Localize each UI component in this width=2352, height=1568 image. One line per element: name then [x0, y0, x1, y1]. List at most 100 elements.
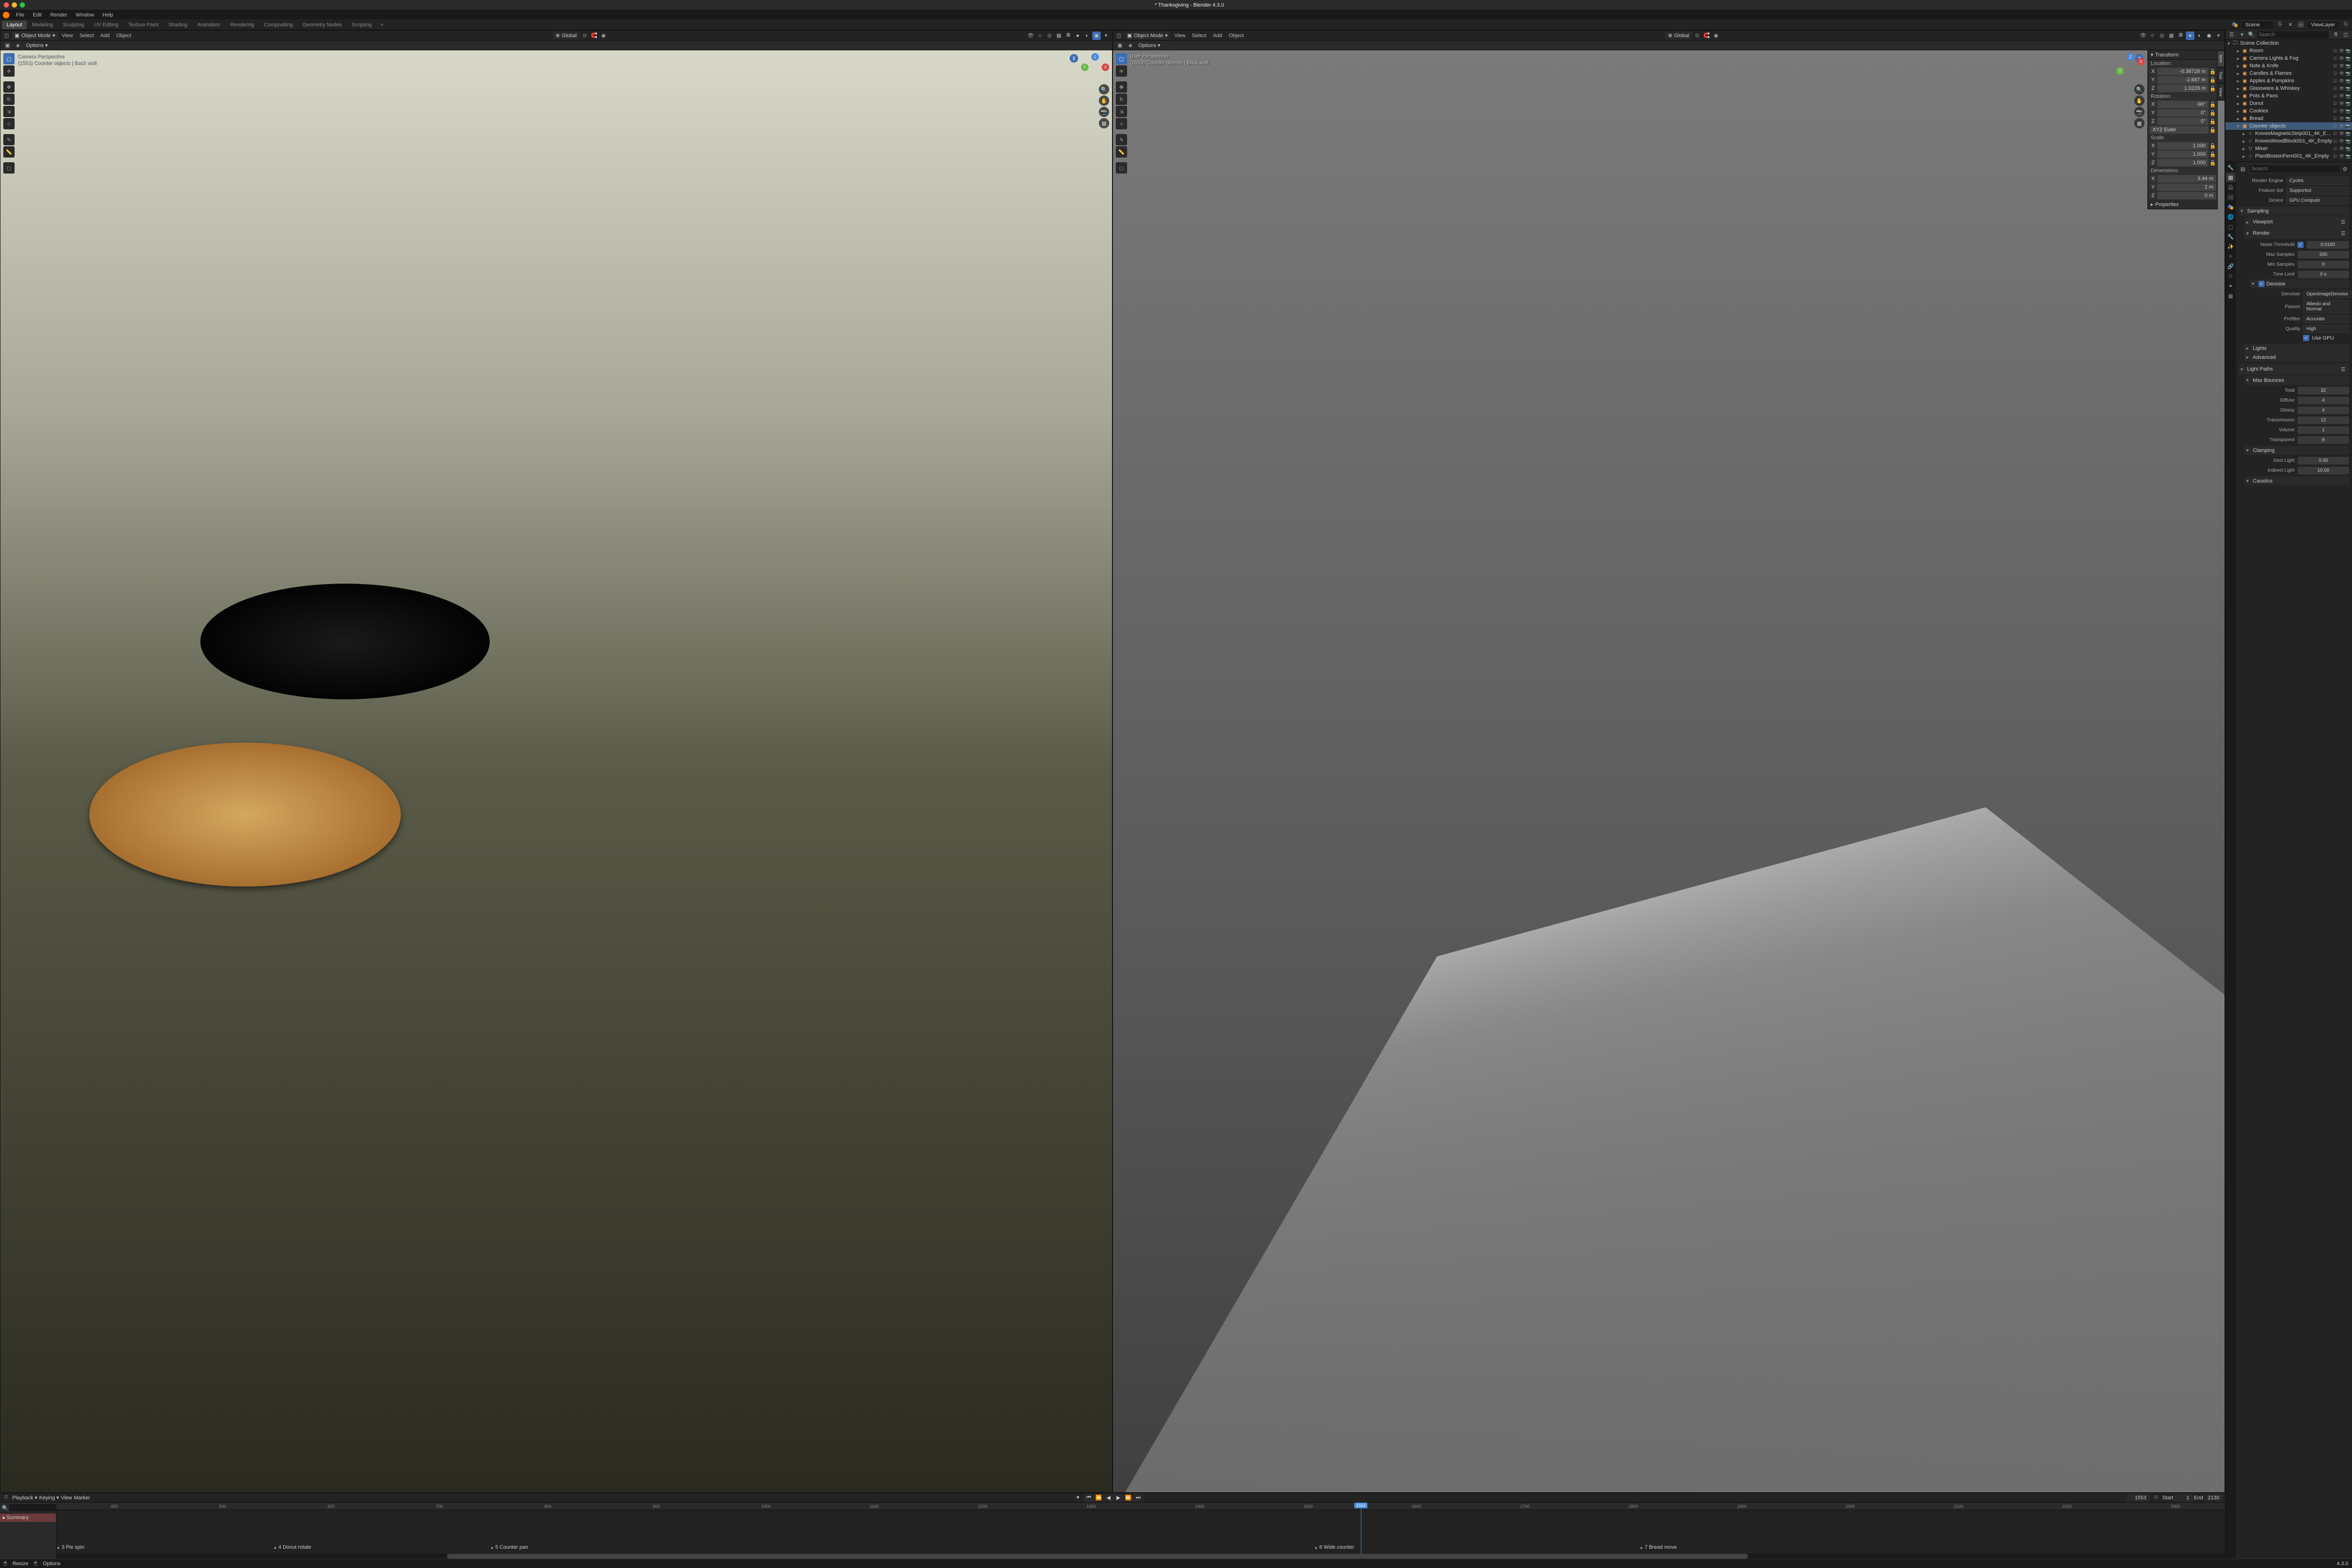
prop-tab-data[interactable]: ▽ [2226, 271, 2235, 281]
tool-move[interactable]: ✥ [1116, 81, 1127, 93]
disclosure-icon[interactable]: ▸ [2241, 146, 2246, 152]
disclosure-icon[interactable]: ▸ [2236, 63, 2241, 69]
viewport-left-canvas[interactable]: Camera Perspective (1553) Counter object… [0, 50, 1112, 1492]
gizmo-toggle[interactable]: ⊹ [1036, 32, 1044, 40]
panel-menu-icon[interactable]: ☰ [2339, 218, 2347, 226]
hide-render-toggle[interactable]: 📷 [2345, 108, 2351, 114]
lock-icon[interactable]: 🔓 [2209, 102, 2216, 108]
lock-icon[interactable]: 🔓 [2209, 69, 2216, 75]
vp-menu-select[interactable]: Select [77, 32, 97, 40]
workspace-tab-geonodes[interactable]: Geometry Nodes [298, 21, 346, 29]
time-limit-field[interactable]: 0 s [2297, 270, 2349, 278]
timeline-summary-row[interactable]: ▸ Summary [0, 1513, 56, 1522]
timeline-scroll-thumb[interactable] [447, 1554, 1748, 1559]
workspace-tab-texpaint[interactable]: Texture Paint [124, 21, 163, 29]
shading-rendered[interactable]: ◉ [2205, 32, 2213, 40]
viewlayer-icon[interactable]: 🖼 [2296, 21, 2305, 29]
lock-icon[interactable]: 🔓 [2209, 119, 2216, 125]
tool-rotate[interactable]: ↻ [3, 94, 15, 105]
select-mode-icon[interactable]: ◈ [1126, 41, 1135, 50]
tool-measure[interactable]: 📏 [1116, 146, 1127, 158]
tool-add-primitive[interactable]: ◻ [3, 162, 15, 174]
hide-render-toggle[interactable]: 📷 [2345, 116, 2351, 121]
prop-tab-viewlayer[interactable]: 🖼 [2226, 192, 2235, 202]
snap-toggle[interactable]: 🧲 [590, 32, 598, 40]
timeline-ruler[interactable]: 4005006007008009001000110012001300140015… [56, 1503, 2225, 1510]
timeline-tracks[interactable]: 4005006007008009001000110012001300140015… [56, 1503, 2225, 1559]
outliner-item[interactable]: ▸⊹KnivesMagneticStrip001_4K_Empty☑👁📷 [2225, 130, 2352, 137]
tool-settings-icon[interactable]: ▣ [3, 41, 12, 50]
timeline-marker[interactable]: 7 Bread move [1639, 1544, 1677, 1550]
perspective-toggle[interactable]: ▦ [2134, 118, 2145, 128]
timeline-marker[interactable]: 4 Donut rotate [273, 1544, 311, 1550]
tool-transform[interactable]: ⊹ [1116, 118, 1127, 129]
camera-view-button[interactable]: 📷 [2134, 107, 2145, 117]
prop-tab-scene[interactable]: 🎭 [2226, 202, 2235, 212]
dim-y-field[interactable]: 2 m [2157, 183, 2216, 191]
outliner-item[interactable]: ▸▽Small knife☑👁📷 [2225, 160, 2352, 161]
hide-viewport-toggle[interactable]: 👁 [2339, 146, 2344, 151]
hide-render-toggle[interactable]: 📷 [2345, 48, 2351, 54]
shading-options[interactable]: ▾ [1102, 32, 1110, 40]
lock-icon[interactable]: 🔓 [2209, 151, 2216, 158]
close-window-button[interactable] [4, 2, 9, 8]
outliner-item[interactable]: ▸▣Room☑👁📷 [2225, 47, 2352, 55]
tool-add-primitive[interactable]: ◻ [1116, 162, 1127, 174]
mode-selector[interactable]: ▣ Object Mode ▾ [12, 32, 58, 40]
shading-rendered[interactable]: ◉ [1092, 32, 1101, 40]
rotation-y-field[interactable]: 0° [2157, 109, 2209, 117]
scene-selector[interactable]: Scene [2241, 21, 2274, 29]
menu-help[interactable]: Help [99, 11, 117, 19]
lock-icon[interactable]: 🔓 [2209, 110, 2216, 116]
options-menu[interactable]: Options ▾ [1138, 42, 1160, 48]
tool-scale[interactable]: ⇲ [1116, 106, 1127, 117]
prefilter-selector[interactable]: Accurate [2303, 315, 2349, 323]
exclude-toggle[interactable]: ☑ [2332, 116, 2338, 121]
workspace-tab-layout[interactable]: Layout [2, 21, 27, 29]
minimize-window-button[interactable] [12, 2, 17, 8]
hide-viewport-toggle[interactable]: 👁 [2339, 93, 2344, 99]
disclosure-icon[interactable]: ▸ [2236, 48, 2241, 54]
exclude-toggle[interactable]: ☑ [2332, 146, 2338, 151]
prop-tab-object[interactable]: ▢ [2226, 222, 2235, 231]
shading-solid[interactable]: ● [1073, 32, 1082, 40]
orientation-selector[interactable]: ⊕ Global [553, 32, 580, 40]
outliner-item[interactable]: ▸▣Pots & Pans☑👁📷 [2225, 92, 2352, 100]
editor-type-icon[interactable]: ⏱ [2, 1494, 10, 1502]
prop-tab-material[interactable]: ● [2226, 281, 2235, 291]
prop-tab-particles[interactable]: ✨ [2226, 242, 2235, 251]
timeline-marker[interactable]: 6 Wide counter [1314, 1544, 1354, 1550]
hide-viewport-toggle[interactable]: 👁 [2339, 138, 2344, 144]
options-icon[interactable]: ⚙ [2341, 165, 2349, 173]
menu-render[interactable]: Render [47, 11, 71, 19]
lock-icon[interactable]: 🔓 [2209, 86, 2216, 92]
pan-button[interactable]: ✋ [2134, 95, 2145, 106]
vp-menu-add[interactable]: Add [1210, 32, 1225, 40]
volume-bounces-field[interactable]: 1 [2297, 426, 2349, 434]
navigation-gizmo[interactable]: X Y Z [1081, 53, 1109, 81]
hide-render-toggle[interactable]: 📷 [2345, 63, 2351, 69]
workspace-tab-rendering[interactable]: Rendering [225, 21, 259, 29]
exclude-toggle[interactable]: ☑ [2332, 86, 2338, 91]
new-collection-button[interactable]: ◫ [2342, 31, 2350, 39]
exclude-toggle[interactable]: ☑ [2332, 138, 2338, 144]
exclude-toggle[interactable]: ☑ [2332, 48, 2338, 54]
scene-new-button[interactable]: ⎘ [2276, 21, 2284, 29]
snap-toggle[interactable]: 🧲 [1702, 32, 1711, 40]
outliner-item[interactable]: ▸▣Camera Lights & Fog☑👁📷 [2225, 55, 2352, 62]
outliner-item[interactable]: ▸⊹KnivesWoodBlock001_4K_Empty☑👁📷 [2225, 137, 2352, 145]
outliner-item[interactable]: ▸▣Apples & Pumpkins☑👁📷 [2225, 77, 2352, 85]
play-button[interactable]: ▶ [1114, 1494, 1123, 1502]
proportional-edit-toggle[interactable]: ◉ [599, 32, 608, 40]
hide-viewport-toggle[interactable]: 👁 [2339, 63, 2344, 69]
hide-viewport-toggle[interactable]: 👁 [2339, 86, 2344, 91]
viewport-right-canvas[interactable]: User Perspective (1553) Counter objects … [1113, 50, 2225, 1492]
shading-material[interactable]: ◐ [2195, 32, 2204, 40]
lights-panel-header[interactable]: ▸Lights [2244, 344, 2349, 353]
disclosure-icon[interactable]: ▸ [2241, 153, 2246, 159]
transmission-bounces-field[interactable]: 12 [2297, 416, 2349, 424]
outliner-item[interactable]: ▾▣Counter objects☑👁📷 [2225, 122, 2352, 130]
disclosure-icon[interactable]: ▾ [2236, 123, 2241, 129]
denoise-panel-header[interactable]: ▾✓Denoise [2250, 279, 2349, 288]
disclosure-icon[interactable]: ▸ [2236, 78, 2241, 84]
